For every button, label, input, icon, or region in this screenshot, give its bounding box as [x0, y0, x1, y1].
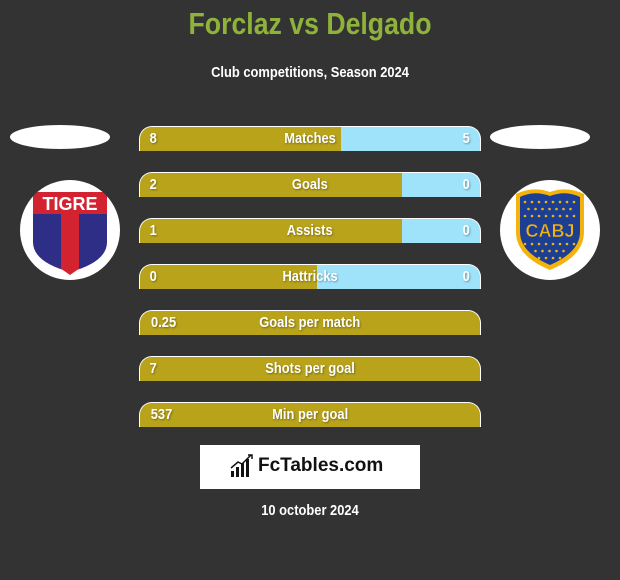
star-icon	[527, 207, 530, 211]
star-icon	[558, 200, 562, 204]
star-icon	[541, 207, 544, 211]
star-icon	[551, 200, 555, 204]
star-icon	[541, 249, 544, 253]
tigre-logo-text: TIGRE	[42, 194, 97, 214]
star-icon	[548, 207, 551, 211]
stat-label: Hattricks	[282, 268, 338, 285]
stat-bar-goals: 2 Goals 0	[139, 172, 481, 197]
star-icon	[537, 200, 541, 204]
stat-label: Min per goal	[272, 406, 348, 423]
star-icon	[534, 207, 537, 211]
stat-bar-hattricks: 0 Hattricks 0	[139, 264, 481, 289]
right-player-placeholder	[490, 125, 590, 149]
stat-label: Goals	[292, 176, 328, 193]
brand-name: FcTables.com	[258, 455, 384, 476]
star-icon	[551, 256, 555, 260]
star-icon	[572, 214, 576, 218]
star-icon	[562, 207, 565, 211]
star-icon	[551, 214, 555, 218]
star-icon	[555, 207, 558, 211]
right-value: 0	[462, 222, 470, 239]
stat-bar-shots-per-goal: 7 Shots per goal	[139, 356, 481, 381]
left-team-logo[interactable]: TIGRE	[20, 180, 120, 280]
star-icon	[558, 256, 562, 260]
right-value: 0	[462, 268, 470, 285]
star-icon	[548, 249, 551, 253]
star-icon	[544, 200, 548, 204]
star-icon	[555, 249, 558, 253]
bar-chart-icon	[230, 454, 253, 477]
stat-label: Matches	[284, 130, 336, 147]
stat-label: Shots per goal	[265, 360, 355, 377]
star-icon	[534, 249, 537, 253]
star-icon	[572, 200, 576, 204]
stat-bar-assists: 1 Assists 0	[139, 218, 481, 243]
page-subtitle: Club competitions, Season 2024	[211, 64, 409, 81]
star-icon	[562, 249, 565, 253]
left-player-placeholder	[10, 125, 110, 149]
star-icon	[565, 214, 569, 218]
stat-bar-matches: 8 Matches 5	[139, 126, 481, 151]
star-icon	[530, 242, 534, 246]
cabj-crest-icon: CABJ	[516, 189, 584, 270]
fctables-brand-box[interactable]: FcTables.com	[200, 445, 420, 489]
tigre-crest-icon: TIGRE	[33, 192, 107, 275]
star-icon	[523, 214, 527, 218]
star-icon	[565, 242, 569, 246]
star-icon	[530, 214, 534, 218]
report-date: 10 october 2024	[261, 502, 359, 519]
star-icon	[523, 242, 527, 246]
star-icon	[558, 242, 562, 246]
page-title: Forclaz vs Delgado	[188, 6, 432, 41]
stat-label: Goals per match	[259, 314, 361, 331]
right-value: 0	[462, 176, 470, 193]
star-icon	[558, 214, 562, 218]
right-value: 5	[462, 130, 470, 147]
stat-label: Assists	[287, 222, 333, 239]
star-icon	[537, 242, 541, 246]
star-icon	[544, 256, 548, 260]
star-icon	[572, 242, 576, 246]
cabj-logo-text: CABJ	[525, 221, 574, 241]
star-icon	[537, 214, 541, 218]
stat-bar-min-per-goal: 537 Min per goal	[139, 402, 481, 427]
stat-bar-goals-per-match: 0.25 Goals per match	[139, 310, 481, 335]
star-icon	[551, 242, 555, 246]
star-icon	[523, 200, 527, 204]
star-icon	[569, 207, 572, 211]
star-icon	[530, 200, 534, 204]
star-icon	[544, 214, 548, 218]
star-icon	[565, 200, 569, 204]
right-team-logo[interactable]: CABJ	[500, 180, 600, 280]
star-icon	[544, 242, 548, 246]
star-icon	[537, 256, 541, 260]
